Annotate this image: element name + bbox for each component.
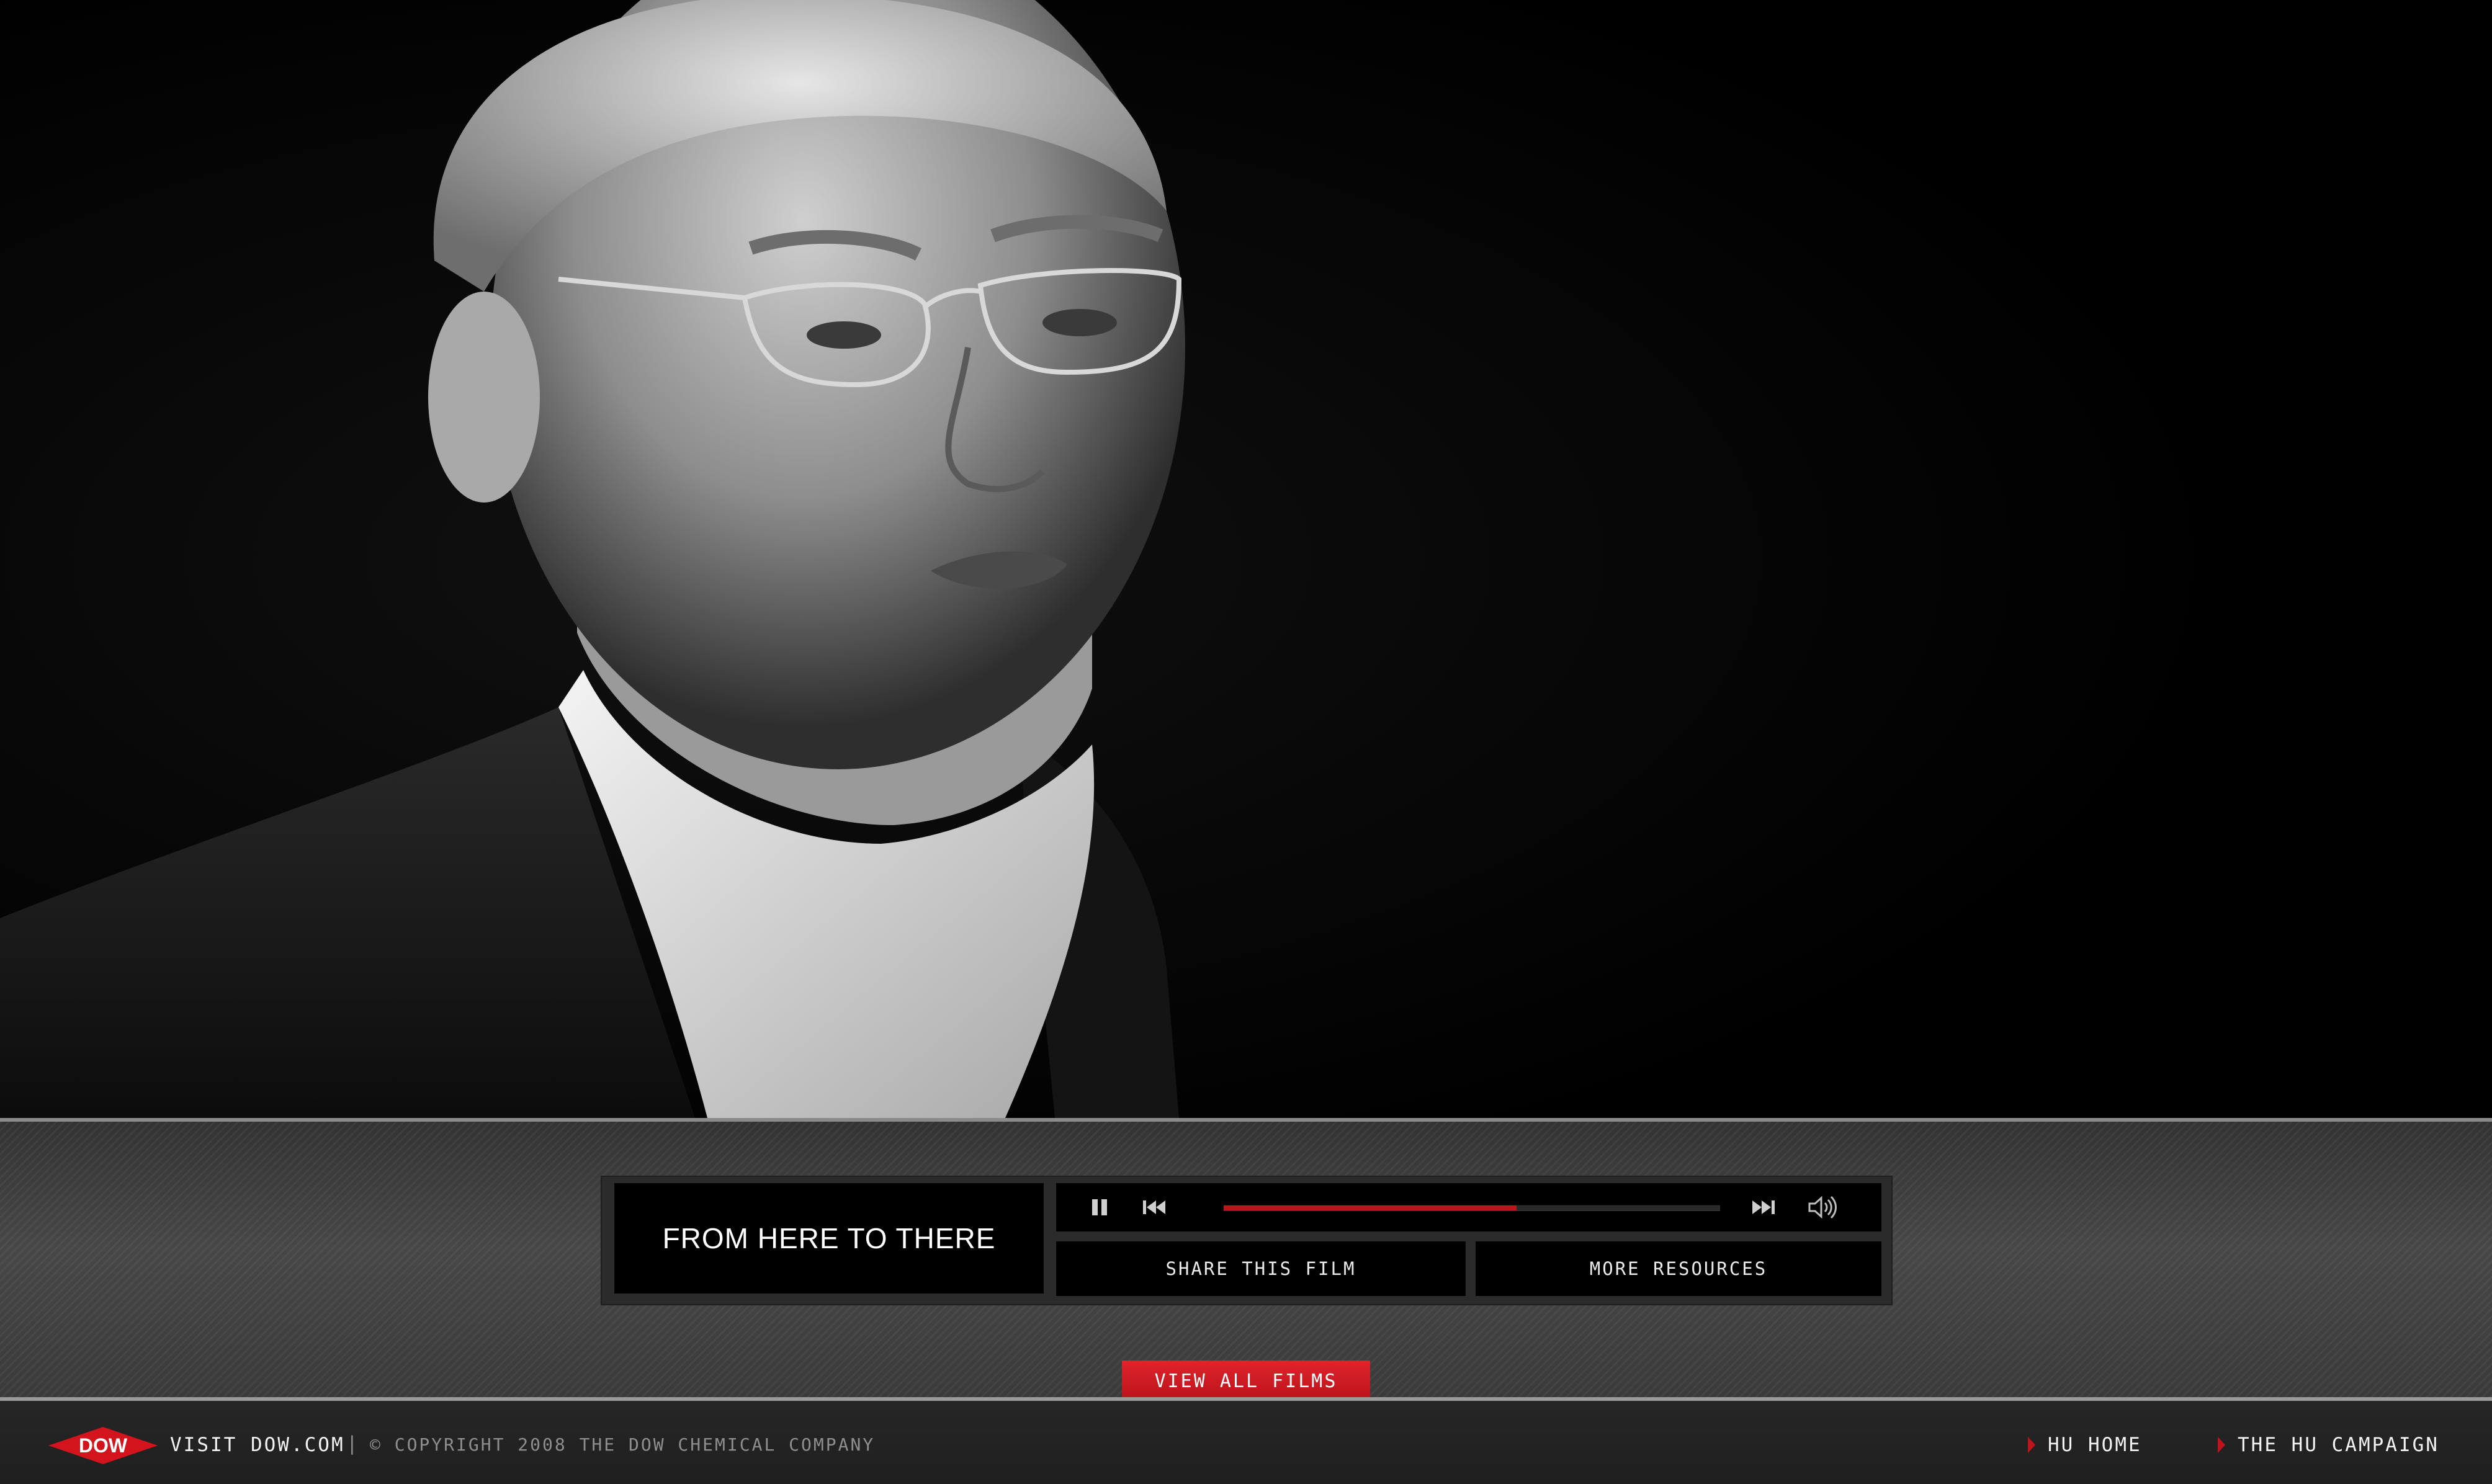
next-button[interactable] [1739,1183,1788,1231]
caret-right-icon [2218,1437,2225,1453]
volume-icon [1808,1196,1837,1219]
skip-back-icon [1143,1200,1165,1214]
playback-controls [1056,1183,1881,1231]
hu-campaign-link[interactable]: THE HU CAMPAIGN [2216,1432,2439,1458]
speaker-portrait [0,0,2492,1118]
hu-home-label: HU HOME [2048,1434,2142,1456]
view-all-films-button[interactable]: VIEW ALL FILMS [1122,1361,1370,1401]
progress-bar[interactable] [1224,1205,1720,1211]
volume-button[interactable] [1795,1183,1850,1231]
progress-fill [1224,1205,1517,1210]
caret-right-icon [2028,1437,2035,1453]
pause-button[interactable] [1081,1183,1118,1231]
more-resources-button[interactable]: MORE RESOURCES [1476,1241,1881,1296]
player-panel: FROM HERE TO THERE SHARE THIS FILM MORE … [601,1176,1893,1305]
previous-button[interactable] [1129,1183,1179,1231]
hu-home-link[interactable]: HU HOME [2027,1432,2142,1458]
pause-icon [1092,1199,1107,1215]
footer: DOW VISIT DOW.COM | © COPYRIGHT 2008 THE… [0,1397,2492,1484]
skip-forward-icon [1752,1200,1775,1214]
visit-dow-link[interactable]: VISIT DOW.COM [170,1432,345,1458]
share-film-button[interactable]: SHARE THIS FILM [1056,1241,1466,1296]
player-control-band: FROM HERE TO THERE SHARE THIS FILM MORE … [0,1118,2492,1401]
video-frame [0,0,2492,1118]
film-title: FROM HERE TO THERE [662,1222,996,1254]
logo-text: DOW [79,1434,128,1457]
copyright-text: © COPYRIGHT 2008 THE DOW CHEMICAL COMPAN… [370,1434,876,1455]
footer-separator: | [346,1433,358,1455]
hu-campaign-label: THE HU CAMPAIGN [2238,1434,2439,1456]
film-title-box: FROM HERE TO THERE [614,1183,1044,1294]
dow-logo[interactable]: DOW [47,1426,159,1465]
